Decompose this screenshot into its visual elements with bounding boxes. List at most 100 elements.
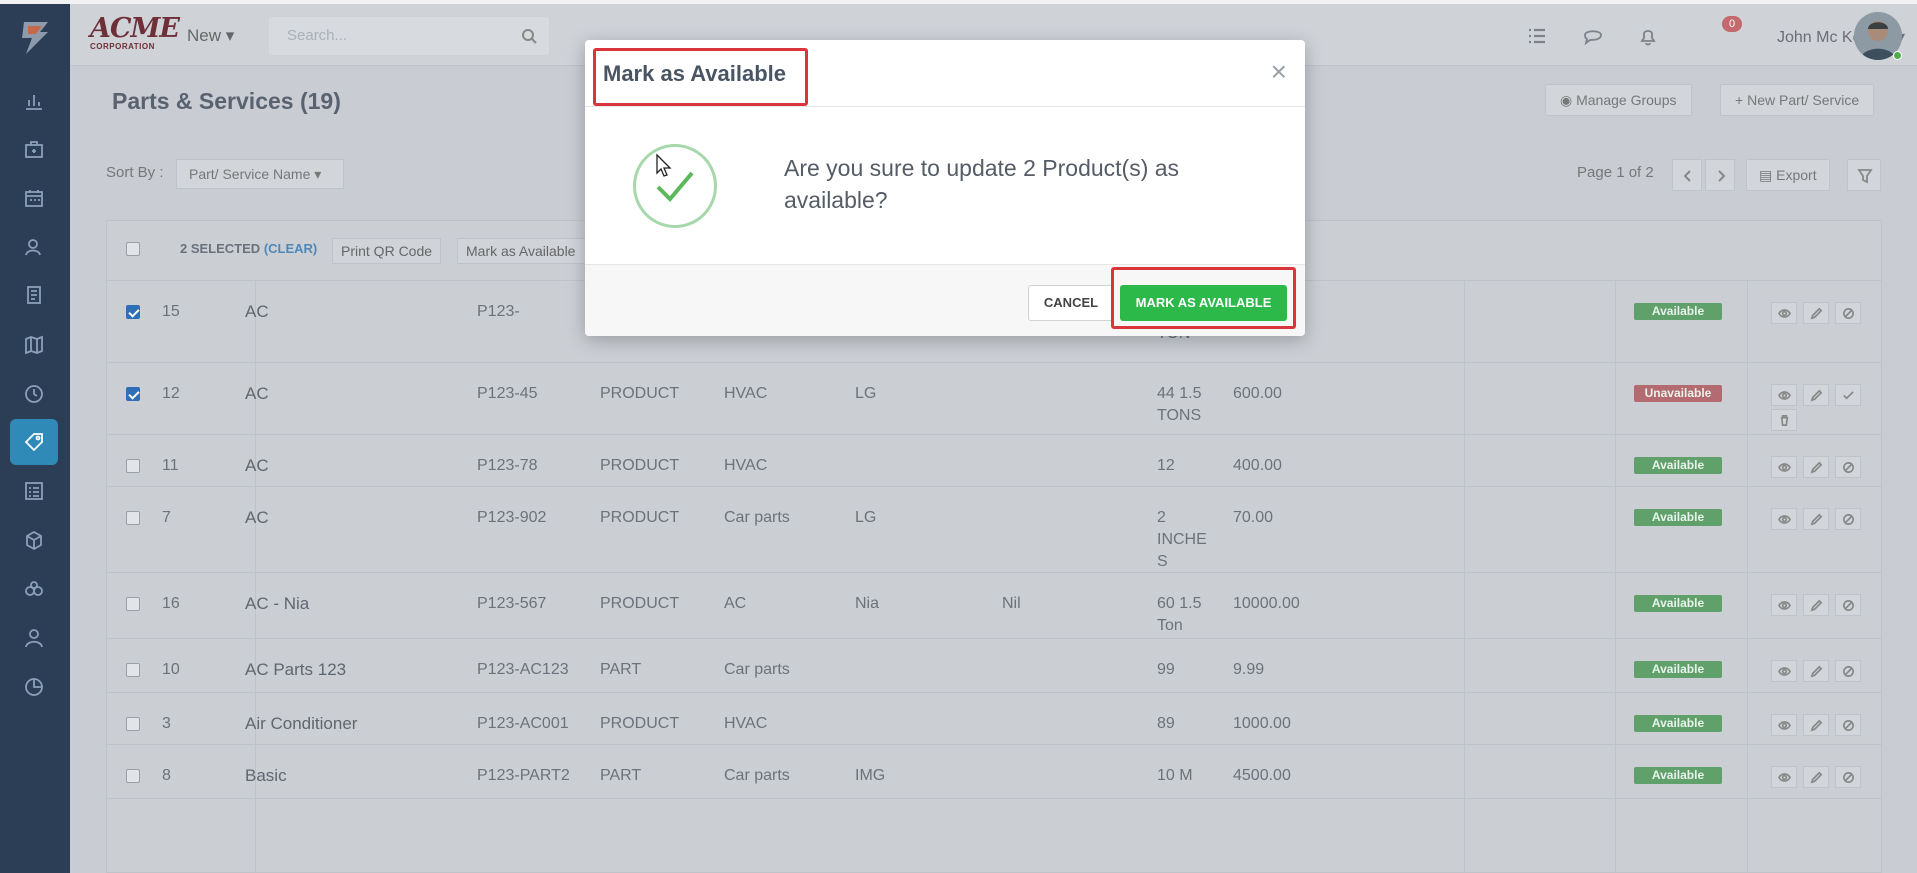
new-part-service-button[interactable]: + New Part/ Service <box>1720 84 1875 116</box>
cell-id: 10 <box>162 661 180 678</box>
sidebar-users[interactable] <box>10 615 58 661</box>
search-input[interactable]: Search... <box>287 27 347 44</box>
disable-button[interactable] <box>1835 508 1861 530</box>
search-box[interactable]: Search... <box>269 17 549 55</box>
cell-brand: LG <box>855 509 877 526</box>
table-row[interactable]: 3 Air Conditioner P123-AC001 PRODUCT HVAC 89 1… <box>107 693 1881 745</box>
view-button[interactable] <box>1771 660 1797 682</box>
table-row[interactable]: 11 AC P123-78 PRODUCT HVAC 12 400.00 Available <box>107 435 1881 487</box>
sidebar-analytics[interactable] <box>10 664 58 710</box>
select-all-checkbox[interactable] <box>126 242 140 256</box>
cell-qty: 89 <box>1157 715 1175 732</box>
view-button[interactable] <box>1771 456 1797 478</box>
disable-button[interactable] <box>1835 302 1861 324</box>
row-checkbox[interactable] <box>126 305 140 319</box>
edit-button[interactable] <box>1803 594 1829 616</box>
table-row[interactable]: 16 AC - Nia P123-567 PRODUCT AC Nia Nil 60 1.5 … <box>107 573 1881 639</box>
bell-icon[interactable] <box>1636 24 1660 48</box>
ban-icon <box>1843 308 1854 319</box>
page-title: Parts & Services (19) <box>112 88 341 114</box>
edit-button[interactable] <box>1803 660 1829 682</box>
table-row[interactable]: 12 AC P123-45 PRODUCT HVAC LG 44 1.5 TONS 600.0… <box>107 363 1881 435</box>
disable-button[interactable] <box>1835 714 1861 736</box>
eye-icon <box>1778 667 1791 676</box>
export-button[interactable]: ▤ Export <box>1746 159 1830 191</box>
view-button[interactable] <box>1771 594 1797 616</box>
next-page-button[interactable] <box>1705 159 1735 191</box>
edit-button[interactable] <box>1803 302 1829 324</box>
clear-selection-link[interactable]: (CLEAR) <box>264 241 317 256</box>
company-logo[interactable]: ACME CORPORATION <box>90 13 180 56</box>
cell-price: 600.00 <box>1233 385 1282 402</box>
manage-groups-button[interactable]: ◉ Manage Groups <box>1545 84 1692 116</box>
view-button[interactable] <box>1771 508 1797 530</box>
sidebar-parts-services[interactable] <box>10 419 58 465</box>
enable-button[interactable] <box>1835 384 1861 406</box>
list-icon[interactable] <box>1525 24 1549 48</box>
sidebar-map[interactable] <box>10 322 58 368</box>
disable-button[interactable] <box>1835 594 1861 616</box>
edit-button[interactable] <box>1803 714 1829 736</box>
sidebar-reports[interactable] <box>10 468 58 514</box>
table-row[interactable]: 8 Basic P123-PART2 PART Car parts IMG 10 M 4500… <box>107 745 1881 799</box>
view-button[interactable] <box>1771 766 1797 788</box>
sort-by-dropdown[interactable]: Part/ Service Name ▾ <box>176 159 344 189</box>
view-button[interactable] <box>1771 302 1797 324</box>
cancel-button[interactable]: CANCEL <box>1028 285 1114 321</box>
selection-count: 2 SELECTED (CLEAR) <box>180 241 317 256</box>
delete-button[interactable] <box>1771 409 1797 431</box>
search-icon[interactable] <box>521 28 537 44</box>
new-dropdown-button[interactable]: New ▾ <box>187 26 234 46</box>
row-checkbox[interactable] <box>126 663 140 677</box>
sidebar-invoices[interactable] <box>10 272 58 318</box>
view-button[interactable] <box>1771 714 1797 736</box>
gears-icon <box>25 581 43 596</box>
cell-brand: Nia <box>855 595 880 612</box>
row-checkbox[interactable] <box>126 511 140 525</box>
table-row[interactable]: 10 AC Parts 123 P123-AC123 PART Car parts 99 9… <box>107 639 1881 693</box>
sidebar-customers[interactable] <box>10 224 58 270</box>
sidebar-history[interactable] <box>10 371 58 417</box>
sidebar-dashboard[interactable] <box>10 78 58 124</box>
filter-button[interactable] <box>1847 159 1881 191</box>
cell-price: 1000.00 <box>1233 715 1291 732</box>
ban-icon <box>1843 720 1854 731</box>
cell-price: 9.99 <box>1233 661 1265 678</box>
mark-available-bulk-button[interactable]: Mark as Available <box>457 238 587 264</box>
prev-page-button[interactable] <box>1672 159 1702 191</box>
row-checkbox[interactable] <box>126 459 140 473</box>
table-row[interactable]: 7 AC P123-902 PRODUCT Car parts LG 2 INCHE S 70… <box>107 487 1881 573</box>
cell-group: HVAC <box>724 385 768 402</box>
view-button[interactable] <box>1771 384 1797 406</box>
sidebar-jobs[interactable] <box>10 126 58 172</box>
row-checkbox[interactable] <box>126 597 140 611</box>
edit-button[interactable] <box>1803 766 1829 788</box>
edit-button[interactable] <box>1803 508 1829 530</box>
cell-name: AC <box>245 302 269 321</box>
sidebar-inventory[interactable] <box>10 517 58 563</box>
chat-icon[interactable] <box>1581 24 1605 48</box>
logo-brand-text: ACME <box>90 13 180 44</box>
disable-button[interactable] <box>1835 456 1861 478</box>
cell-qty: 2 INCHE S <box>1157 509 1207 570</box>
disable-button[interactable] <box>1835 766 1861 788</box>
mark-as-available-button[interactable]: MARK AS AVAILABLE <box>1120 285 1287 321</box>
dialog-title: Mark as Available <box>603 61 787 86</box>
row-checkbox[interactable] <box>126 387 140 401</box>
sidebar-calendar[interactable] <box>10 175 58 221</box>
edit-button[interactable] <box>1803 456 1829 478</box>
print-qr-button[interactable]: Print QR Code <box>332 238 442 264</box>
edit-button[interactable] <box>1803 384 1829 406</box>
row-checkbox[interactable] <box>126 769 140 783</box>
disable-button[interactable] <box>1835 660 1861 682</box>
status-badge: Available <box>1634 509 1722 526</box>
cell-name: Basic <box>245 766 287 785</box>
row-checkbox[interactable] <box>126 717 140 731</box>
app-logo-icon[interactable] <box>14 16 56 58</box>
cell-code: P123-567 <box>477 595 547 612</box>
close-icon[interactable]: × <box>1271 58 1287 86</box>
manage-groups-label: Manage Groups <box>1576 92 1677 108</box>
sidebar-vehicles[interactable] <box>10 566 58 612</box>
cell-qty: 60 1.5 Ton <box>1157 595 1202 634</box>
mouse-cursor-icon <box>656 153 672 177</box>
